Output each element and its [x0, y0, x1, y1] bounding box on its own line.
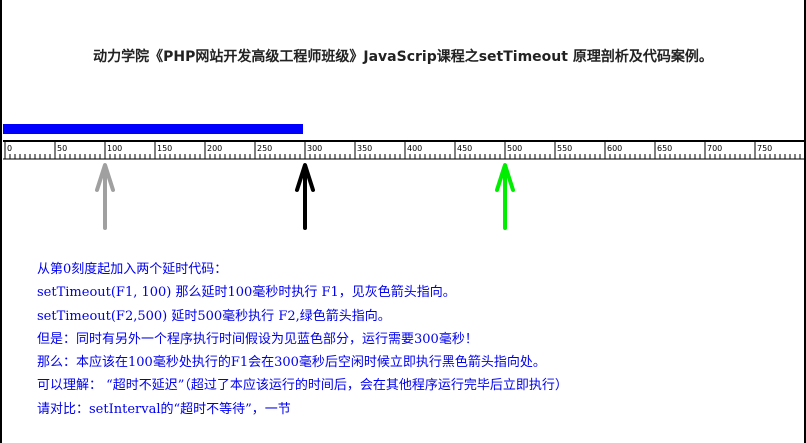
tick-label: 500 — [507, 144, 522, 153]
note-line: setTimeout(F1, 100) 那么延时100毫秒时执行 F1，见灰色箭… — [37, 285, 456, 301]
note-line: 可以理解： “超时不延迟”（超过了本应该运行的时间后，会在其他程序运行完毕后立即… — [37, 378, 568, 394]
tick-label: 0 — [7, 144, 12, 153]
black-arrow-icon — [295, 163, 315, 230]
timeline-arrows — [95, 163, 515, 230]
green-arrow-icon — [495, 163, 515, 230]
tick-label: 400 — [407, 144, 422, 153]
gray-arrow-icon — [95, 163, 115, 230]
explanation-notes: 从第0刻度起加入两个延时代码： setTimeout(F1, 100) 那么延时… — [37, 258, 568, 421]
tick-label: 600 — [607, 144, 622, 153]
tick-label: 200 — [207, 144, 222, 153]
tick-label: 250 — [257, 144, 272, 153]
tick-label: 100 — [107, 144, 122, 153]
timeline-ruler: 0 50 100 150 200 250 300 350 400 450 500 550 600 650 7… — [3, 140, 806, 160]
tick-label: 550 — [557, 144, 572, 153]
blocking-program-bar — [3, 124, 303, 134]
ruler-ticks — [4, 142, 806, 159]
tick-label: 750 — [757, 144, 772, 153]
tick-label: 50 — [57, 144, 67, 153]
note-line: setTimeout(F2,500) 延时500毫秒执行 F2,绿色箭头指向。 — [37, 308, 391, 324]
note-line: 请对比：setInterval的“超时不等待”，一节 — [37, 401, 291, 417]
tick-label: 450 — [457, 144, 472, 153]
tick-label: 700 — [707, 144, 722, 153]
tick-label: 300 — [307, 144, 322, 153]
tick-label: 150 — [157, 144, 172, 153]
page-title: 动力学院《PHP网站开发高级工程师班级》JavaScrip课程之setTimeo… — [93, 49, 713, 65]
ruler-tick-labels: 0 50 100 150 200 250 300 350 400 450 500 550 600 650 7… — [7, 144, 772, 153]
note-line: 但是：同时有另外一个程序执行时间假设为见蓝色部分，运行需要300毫秒！ — [37, 331, 478, 347]
note-line: 那么：本应该在100毫秒处执行的F1会在300毫秒后空闲时候立即执行黑色箭头指向… — [37, 355, 546, 371]
tick-label: 650 — [657, 144, 672, 153]
tick-label: 350 — [357, 144, 372, 153]
note-line: 从第0刻度起加入两个延时代码： — [37, 262, 228, 277]
